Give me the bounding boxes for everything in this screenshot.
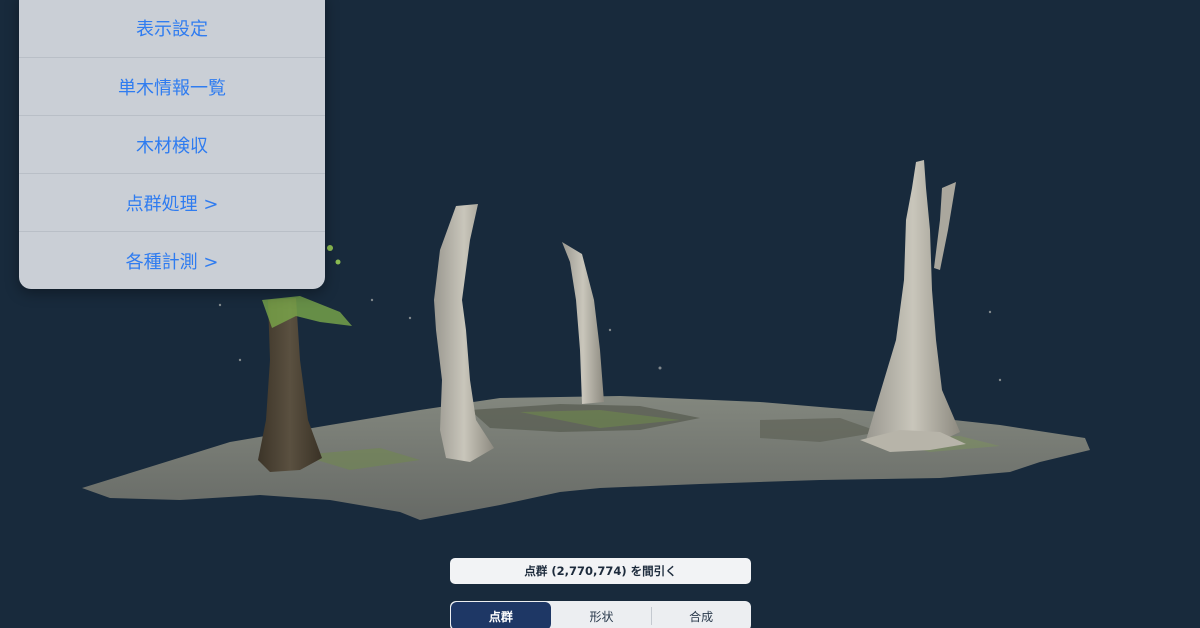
- point: [218, 303, 222, 307]
- popover-menu: 表示設定 単木情報一覧 木材検収 点群処理 > 各種計測 >: [19, 0, 325, 289]
- tree-trunk-dark: [258, 298, 322, 472]
- segment-shape[interactable]: 形状: [552, 601, 652, 628]
- menu-item-label: 単木情報一覧: [118, 77, 226, 99]
- point: [998, 378, 1002, 382]
- foliage-dot: [335, 259, 341, 265]
- menu-item-tree-list[interactable]: 単木情報一覧: [19, 57, 325, 115]
- menu-item-label: 点群処理 >: [125, 193, 219, 215]
- segment-label: 点群: [488, 609, 513, 624]
- point: [408, 316, 412, 320]
- point: [988, 310, 992, 314]
- point: [238, 358, 242, 362]
- view-mode-segmented-control: 点群 形状 合成: [450, 601, 751, 628]
- menu-item-display-settings[interactable]: 表示設定: [19, 0, 325, 57]
- menu-item-point-cloud-processing[interactable]: 点群処理 >: [19, 173, 325, 231]
- app-screen: 表示設定 単木情報一覧 木材検収 点群処理 > 各種計測 > 点群 (2,770…: [0, 0, 1200, 628]
- segment-composite[interactable]: 合成: [651, 601, 751, 628]
- menu-item-label: 木材検収: [136, 135, 208, 157]
- point: [608, 328, 612, 332]
- foliage-dot: [327, 245, 333, 251]
- tree-trunk-light: [562, 242, 604, 404]
- segment-label: 合成: [689, 609, 714, 624]
- thin-out-points-label: 点群 (2,770,774) を間引く: [524, 564, 677, 578]
- point: [658, 366, 662, 370]
- point: [370, 298, 374, 302]
- tree-foliage: [262, 296, 352, 328]
- menu-item-label: 表示設定: [136, 18, 208, 40]
- segment-point-cloud[interactable]: 点群: [451, 602, 551, 628]
- menu-item-timber-inspection[interactable]: 木材検収: [19, 115, 325, 173]
- thin-out-points-button[interactable]: 点群 (2,770,774) を間引く: [450, 558, 751, 584]
- tree-branch: [934, 182, 956, 270]
- menu-item-label: 各種計測 >: [125, 251, 219, 273]
- menu-item-measurements[interactable]: 各種計測 >: [19, 231, 325, 289]
- segment-label: 形状: [589, 609, 614, 624]
